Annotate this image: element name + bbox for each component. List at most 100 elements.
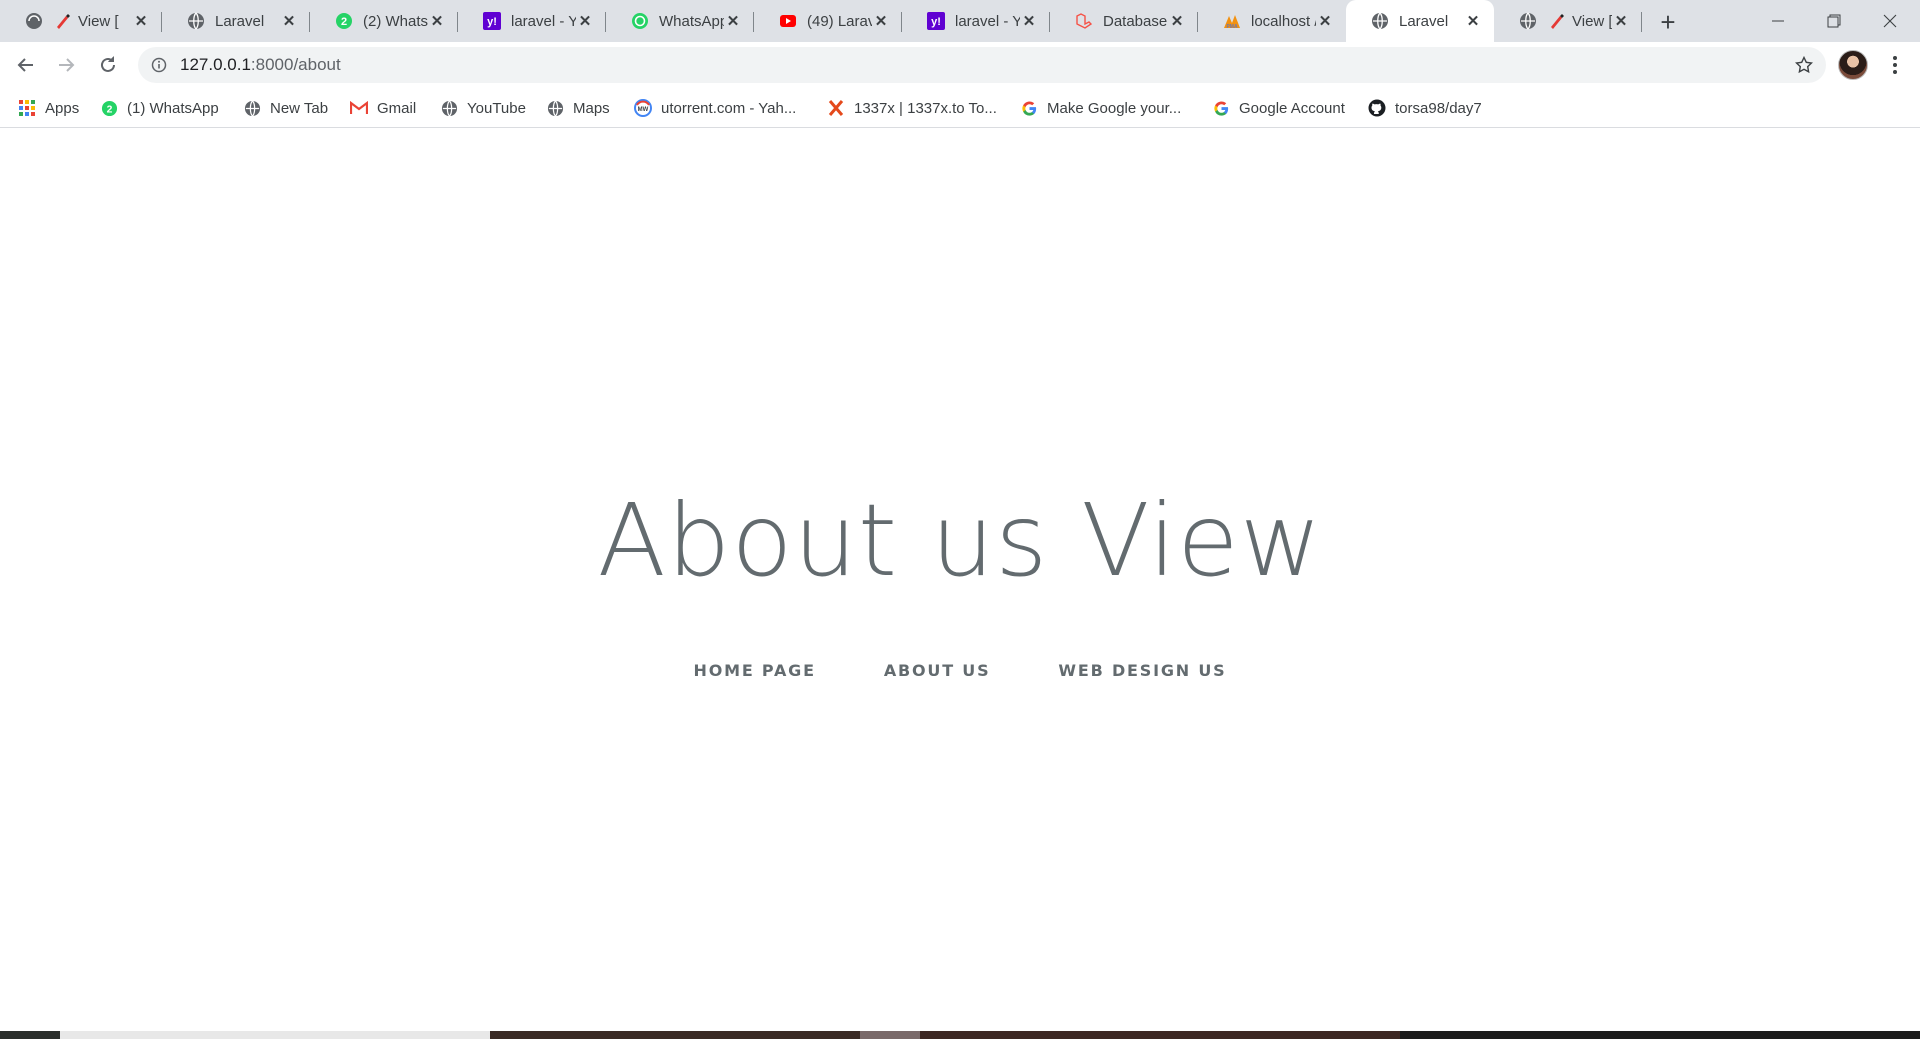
tab-title: View [: [1572, 12, 1612, 30]
minimize-button[interactable]: [1750, 0, 1806, 42]
tab-whatsapp[interactable]: WhatsApp ✕: [606, 0, 754, 42]
tab-database[interactable]: Database ✕: [1050, 0, 1198, 42]
google-icon: [1212, 99, 1230, 117]
tab-title: laravel - Y: [511, 12, 576, 30]
tab-title: localhost /: [1251, 12, 1316, 30]
tab-title: WhatsApp: [659, 12, 724, 30]
globe-icon: [1370, 12, 1389, 31]
info-icon[interactable]: [150, 56, 168, 74]
bookmark-apps[interactable]: Apps: [18, 96, 79, 120]
tab-whatsapp-2[interactable]: 2 (2) Whats/ ✕: [310, 0, 458, 42]
pencil-icon: [24, 12, 43, 31]
globe-icon: [1518, 12, 1537, 31]
minimize-icon: [1772, 20, 1784, 22]
close-icon[interactable]: ✕: [132, 12, 150, 30]
browser-menu-button[interactable]: [1880, 50, 1910, 80]
tab-title: laravel - Y: [955, 12, 1020, 30]
globe-icon: [243, 99, 261, 117]
reload-icon: [101, 56, 115, 72]
forward-button[interactable]: [50, 49, 82, 81]
bookmark-maps[interactable]: Maps: [546, 96, 610, 120]
tab-title: Database: [1103, 12, 1168, 30]
new-tab-button[interactable]: +: [1655, 7, 1681, 37]
close-icon[interactable]: ✕: [724, 12, 742, 30]
globe-icon: [546, 99, 564, 117]
bookmark-label: Google Account: [1239, 99, 1345, 117]
close-icon[interactable]: ✕: [1316, 12, 1334, 30]
mw-icon: MW: [634, 99, 652, 117]
close-icon[interactable]: ✕: [872, 12, 890, 30]
tab-title: (49) Larav: [807, 12, 872, 30]
close-icon[interactable]: ✕: [1464, 12, 1482, 30]
tab-view-1[interactable]: View [ ✕: [0, 0, 162, 42]
close-icon[interactable]: ✕: [1612, 12, 1630, 30]
close-icon[interactable]: ✕: [576, 12, 594, 30]
yahoo-icon: y!: [482, 12, 501, 31]
bookmark-label: utorrent.com - Yah...: [661, 99, 797, 117]
close-icon[interactable]: ✕: [428, 12, 446, 30]
whatsapp-badge-icon: 2: [334, 12, 353, 31]
tab-title: Laravel: [1399, 12, 1449, 30]
profile-avatar[interactable]: [1838, 50, 1868, 80]
bookmark-gmail[interactable]: Gmail: [350, 96, 416, 120]
url-text[interactable]: 127.0.0.1:8000/about: [180, 55, 341, 75]
link-home-page[interactable]: HOME PAGE: [660, 661, 850, 680]
pencil-icon: [53, 12, 72, 31]
google-icon: [1020, 99, 1038, 117]
tab-title: View [: [78, 12, 119, 30]
bookmark-label: torsa98/day7: [1395, 99, 1482, 117]
page-content: About us View HOME PAGE ABOUT US WEB DES…: [0, 129, 1920, 1031]
tab-strip: View [ ✕ Laravel ✕ 2 (2) Whats/ ✕ y! lar…: [0, 0, 1920, 42]
apps-grid-icon: [18, 99, 36, 117]
bookmark-github[interactable]: torsa98/day7: [1368, 96, 1482, 120]
tab-localhost[interactable]: PMA localhost / ✕: [1198, 0, 1346, 42]
svg-text:y!: y!: [487, 16, 497, 28]
globe-icon: [186, 12, 205, 31]
close-icon[interactable]: ✕: [1168, 12, 1186, 30]
back-button[interactable]: [10, 49, 42, 81]
laravel-icon: [1074, 12, 1093, 31]
bookmark-label: (1) WhatsApp: [127, 99, 219, 117]
address-bar[interactable]: 127.0.0.1:8000/about: [138, 47, 1826, 83]
bookmark-make-google[interactable]: Make Google your...: [1020, 96, 1181, 120]
bookmark-label: Apps: [45, 99, 80, 117]
svg-text:y!: y!: [931, 16, 941, 28]
pencil-icon: [1547, 12, 1566, 31]
bookmark-new-tab[interactable]: New Tab: [243, 96, 328, 120]
globe-icon: [440, 99, 458, 117]
svg-text:2: 2: [340, 16, 346, 28]
link-web-design-us[interactable]: WEB DESIGN US: [1024, 661, 1260, 680]
bookmark-google-account[interactable]: Google Account: [1212, 96, 1345, 120]
tab-laravel-active[interactable]: Laravel ✕: [1346, 0, 1494, 42]
close-icon[interactable]: ✕: [280, 12, 298, 30]
tab-laravel-1[interactable]: Laravel ✕: [162, 0, 310, 42]
close-window-icon: [1883, 14, 1897, 28]
reload-button[interactable]: [92, 49, 124, 81]
restore-icon: [1827, 14, 1841, 28]
bookmark-youtube[interactable]: YouTube: [440, 96, 526, 120]
link-about-us[interactable]: ABOUT US: [850, 661, 1025, 680]
yahoo-icon: y!: [926, 12, 945, 31]
bookmark-utorrent[interactable]: MW utorrent.com - Yah...: [634, 96, 796, 120]
bookmark-label: Gmail: [377, 99, 417, 117]
close-icon[interactable]: ✕: [1020, 12, 1038, 30]
url-host: 127.0.0.1: [180, 55, 251, 74]
tab-youtube[interactable]: (49) Larav ✕: [754, 0, 902, 42]
arrow-left-icon: [17, 58, 33, 72]
tab-view-2[interactable]: View [ ✕: [1494, 0, 1642, 42]
bookmark-label: Maps: [573, 99, 610, 117]
tab-yahoo-2[interactable]: y! laravel - Y ✕: [902, 0, 1050, 42]
bookmarks-bar: Apps 2 (1) WhatsApp New Tab Gmail YouTub…: [0, 88, 1920, 128]
svg-text:PMA: PMA: [1226, 24, 1238, 30]
bookmark-star-icon[interactable]: [1794, 55, 1814, 75]
window-close-button[interactable]: [1862, 0, 1918, 42]
bookmark-1337x[interactable]: 1337x | 1337x.to To...: [827, 96, 997, 120]
browser-toolbar: 127.0.0.1:8000/about: [0, 42, 1920, 88]
bookmark-whatsapp[interactable]: 2 (1) WhatsApp: [100, 96, 219, 120]
tab-title: (2) Whats/: [363, 12, 428, 30]
restore-button[interactable]: [1806, 0, 1862, 42]
tab-yahoo-1[interactable]: y! laravel - Y ✕: [458, 0, 606, 42]
url-path: :8000/about: [250, 55, 341, 74]
arrow-right-icon: [59, 58, 75, 72]
whatsapp-badge-icon: 2: [100, 99, 118, 117]
